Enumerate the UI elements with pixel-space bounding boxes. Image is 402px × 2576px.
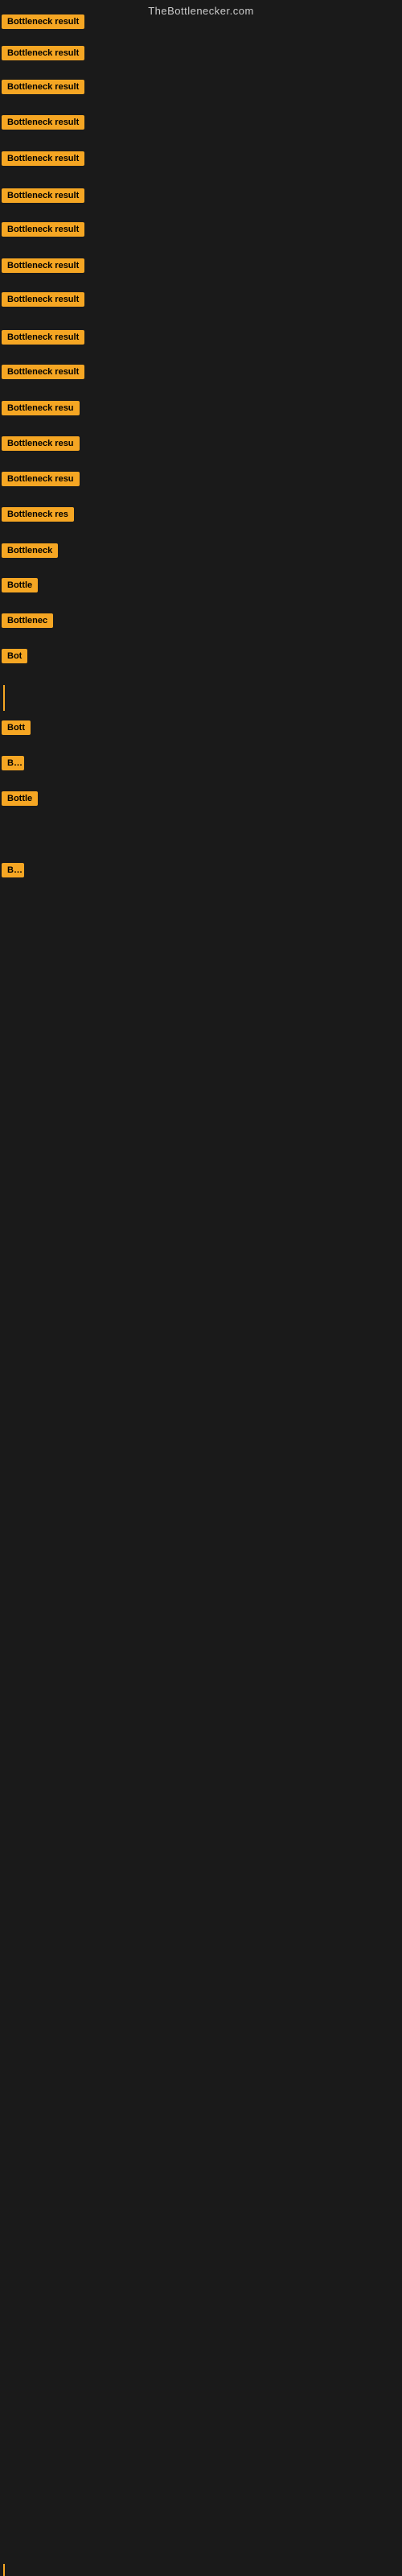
- bottleneck-badge-3[interactable]: Bottleneck result: [2, 80, 84, 94]
- badge-container-22: Bottle: [2, 791, 38, 810]
- badge-container-2: Bottleneck result: [2, 46, 84, 64]
- badge-container-17: Bottle: [2, 578, 38, 597]
- bottleneck-badge-4[interactable]: Bottleneck result: [2, 115, 84, 130]
- badge-container-15: Bottleneck res: [2, 507, 74, 526]
- badge-container-12: Bottleneck resu: [2, 401, 80, 419]
- bottleneck-badge-21[interactable]: Bo: [2, 756, 24, 770]
- badge-container-9: Bottleneck result: [2, 292, 84, 311]
- badge-container-11: Bottleneck result: [2, 365, 84, 383]
- badge-container-10: Bottleneck result: [2, 330, 84, 349]
- bottleneck-badge-10[interactable]: Bottleneck result: [2, 330, 84, 345]
- bottleneck-badge-19[interactable]: Bot: [2, 649, 27, 663]
- badge-container-20: Bott: [2, 720, 31, 739]
- badge-container-13: Bottleneck resu: [2, 436, 80, 455]
- badge-container-1: Bottleneck result: [2, 14, 84, 33]
- vertical-line-2: [3, 2564, 5, 2576]
- vertical-line-1: [3, 685, 5, 711]
- bottleneck-badge-2[interactable]: Bottleneck result: [2, 46, 84, 60]
- bottleneck-badge-16[interactable]: Bottleneck: [2, 543, 58, 558]
- badge-container-18: Bottlenec: [2, 613, 53, 632]
- bottleneck-badge-11[interactable]: Bottleneck result: [2, 365, 84, 379]
- bottleneck-badge-20[interactable]: Bott: [2, 720, 31, 735]
- badge-container-8: Bottleneck result: [2, 258, 84, 277]
- bottleneck-badge-14[interactable]: Bottleneck resu: [2, 472, 80, 486]
- badge-container-4: Bottleneck result: [2, 115, 84, 134]
- badge-container-3: Bottleneck result: [2, 80, 84, 98]
- badge-container-19: Bot: [2, 649, 27, 667]
- badge-container-7: Bottleneck result: [2, 222, 84, 241]
- badge-container-14: Bottleneck resu: [2, 472, 80, 490]
- badge-container-16: Bottleneck: [2, 543, 58, 562]
- bottleneck-badge-1[interactable]: Bottleneck result: [2, 14, 84, 29]
- badge-container-6: Bottleneck result: [2, 188, 84, 207]
- bottleneck-badge-23[interactable]: Bo: [2, 863, 24, 877]
- bottleneck-badge-8[interactable]: Bottleneck result: [2, 258, 84, 273]
- badge-container-5: Bottleneck result: [2, 151, 84, 170]
- bottleneck-badge-18[interactable]: Bottlenec: [2, 613, 53, 628]
- badge-container-21: Bo: [2, 756, 24, 774]
- bottleneck-badge-5[interactable]: Bottleneck result: [2, 151, 84, 166]
- bottleneck-badge-6[interactable]: Bottleneck result: [2, 188, 84, 203]
- bottleneck-badge-9[interactable]: Bottleneck result: [2, 292, 84, 307]
- bottleneck-badge-12[interactable]: Bottleneck resu: [2, 401, 80, 415]
- bottleneck-badge-13[interactable]: Bottleneck resu: [2, 436, 80, 451]
- bottleneck-badge-22[interactable]: Bottle: [2, 791, 38, 806]
- bottleneck-badge-7[interactable]: Bottleneck result: [2, 222, 84, 237]
- bottleneck-badge-15[interactable]: Bottleneck res: [2, 507, 74, 522]
- bottleneck-badge-17[interactable]: Bottle: [2, 578, 38, 592]
- badge-container-23: Bo: [2, 863, 24, 881]
